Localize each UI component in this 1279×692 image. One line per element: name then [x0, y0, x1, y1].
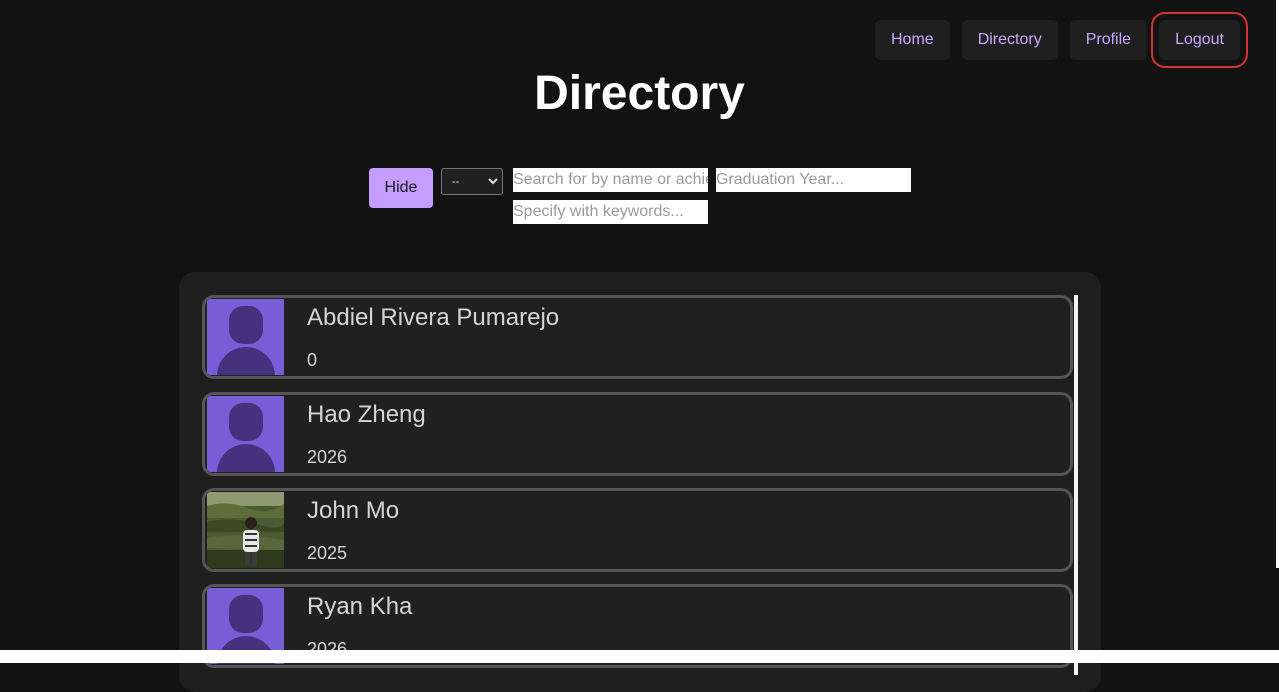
profile-photo [207, 492, 284, 568]
person-card[interactable]: Hao Zheng 2026 [202, 392, 1073, 476]
default-avatar-icon [207, 396, 284, 472]
list-scrollbar[interactable] [1074, 295, 1078, 675]
top-nav: Home Directory Profile Logout [875, 12, 1248, 68]
page-title: Directory [534, 67, 745, 120]
person-name: Abdiel Rivera Pumarejo [307, 304, 560, 331]
nav-directory-button[interactable]: Directory [961, 20, 1058, 60]
nav-home-button[interactable]: Home [875, 20, 950, 60]
keywords-input[interactable] [513, 200, 708, 224]
hide-button[interactable]: Hide [369, 168, 433, 208]
filter-select-value: -- [452, 175, 460, 188]
person-year: 0 [307, 350, 318, 370]
person-name: Ryan Kha [307, 593, 413, 620]
filter-select[interactable]: -- [441, 168, 503, 195]
default-avatar-icon [207, 299, 284, 375]
person-name: Hao Zheng [307, 401, 426, 428]
search-input[interactable] [513, 168, 708, 192]
person-name: John Mo [307, 497, 400, 524]
nav-logout-button[interactable]: Logout [1151, 12, 1248, 68]
person-card[interactable]: Abdiel Rivera Pumarejo 0 [202, 295, 1073, 379]
person-year: 2026 [307, 447, 348, 467]
nav-profile-button[interactable]: Profile [1069, 20, 1148, 60]
page-horizontal-scrollbar[interactable] [0, 650, 1279, 663]
graduation-year-input[interactable] [716, 168, 911, 192]
person-card[interactable]: John Mo 2025 [202, 488, 1073, 572]
person-year: 2025 [307, 543, 348, 563]
chevron-down-icon [488, 176, 498, 188]
directory-list: Abdiel Rivera Pumarejo 0 Hao Zheng 2026 … [179, 272, 1101, 692]
